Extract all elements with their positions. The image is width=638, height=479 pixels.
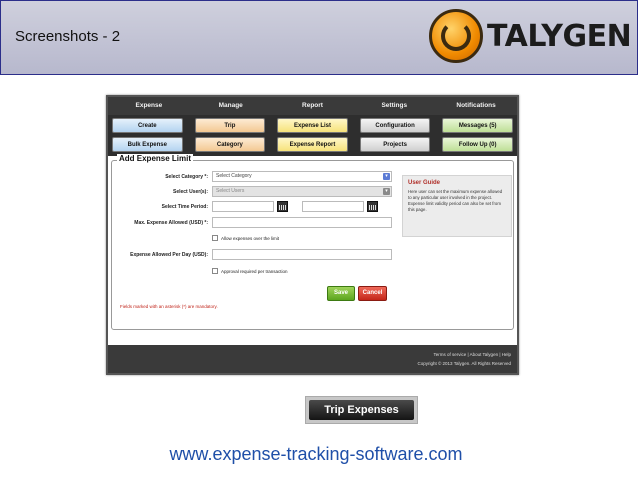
menu-report[interactable]: Report — [272, 97, 354, 115]
save-button[interactable]: Save — [327, 286, 355, 301]
users-row: Select User(s): Select Users ▾ — [116, 186, 392, 197]
expense-report-button[interactable]: Expense Report — [277, 137, 348, 152]
menu-notifications[interactable]: Notifications — [435, 97, 517, 115]
power-logo-icon — [429, 9, 483, 63]
logo-text: TALYGEN — [487, 18, 632, 54]
end-date-input[interactable] — [302, 201, 364, 212]
category-select-value: Select Category — [216, 173, 252, 179]
allow-over-limit-row: Allow expenses over the limit — [212, 235, 279, 241]
app-footer: Terms of service | About Talygen | Help … — [108, 345, 517, 373]
menu-expense[interactable]: Expense — [108, 97, 190, 115]
user-guide-title: User Guide — [408, 180, 441, 186]
max-expense-row: Max. Expense Allowed (USD) *: — [116, 217, 392, 228]
per-day-row: Expense Allowed Per Day (USD): — [116, 249, 392, 260]
follow-up-button[interactable]: Follow Up (0) — [442, 137, 513, 152]
calendar-icon[interactable] — [367, 201, 378, 212]
bulk-expense-button[interactable]: Bulk Expense — [112, 137, 183, 152]
approval-row: Approval required per transaction — [212, 268, 288, 274]
badge-label: Trip Expenses — [309, 400, 414, 420]
max-expense-input[interactable] — [212, 217, 392, 228]
users-select[interactable]: Select Users ▾ — [212, 186, 392, 197]
max-expense-label: Max. Expense Allowed (USD) *: — [134, 219, 208, 226]
per-day-label: Expense Allowed Per Day (USD): — [130, 251, 208, 258]
per-day-input[interactable] — [212, 249, 392, 260]
toolbar-buttons: Create Trip Expense List Configuration M… — [108, 115, 517, 156]
form-area: Add Expense Limit Select Category *: Sel… — [108, 154, 517, 334]
allow-over-limit-label: Allow expenses over the limit — [221, 235, 280, 241]
calendar-icon[interactable] — [277, 201, 288, 212]
cancel-button[interactable]: Cancel — [358, 286, 387, 301]
footer-links[interactable]: Terms of service | About Talygen | Help — [433, 352, 511, 357]
category-row: Select Category *: Select Category ▾ — [116, 171, 392, 182]
main-menu: Expense Manage Report Settings Notificat… — [108, 97, 517, 115]
mandatory-note: Fields marked with an asterisk (*) are m… — [120, 304, 218, 309]
header-bar: Screenshots - 2 TALYGEN — [0, 0, 638, 75]
allow-over-limit-checkbox[interactable] — [212, 235, 218, 241]
expense-list-button[interactable]: Expense List — [277, 118, 348, 133]
trip-expenses-badge: Trip Expenses — [305, 396, 418, 424]
time-period-label: Select Time Period: — [161, 203, 208, 210]
form-title: Add Expense Limit — [117, 154, 194, 163]
website-url[interactable]: www.expense-tracking-software.com — [0, 444, 632, 465]
users-select-value: Select Users — [216, 188, 245, 194]
user-guide-box: User Guide Here user can set the maximum… — [402, 175, 512, 237]
menu-manage[interactable]: Manage — [190, 97, 272, 115]
footer-copyright: Copyright © 2013 Talygen. All Rights Res… — [417, 361, 511, 366]
configuration-button[interactable]: Configuration — [359, 118, 431, 133]
category-label: Select Category *: — [165, 173, 208, 180]
slide: Screenshots - 2 TALYGEN Expense Manage R… — [0, 0, 638, 479]
chevron-down-icon: ▾ — [383, 173, 390, 180]
menu-settings[interactable]: Settings — [353, 97, 435, 115]
create-button[interactable]: Create — [112, 118, 183, 133]
time-period-row: Select Time Period: — [116, 201, 378, 212]
projects-button[interactable]: Projects — [359, 137, 431, 152]
add-expense-limit-panel: Add Expense Limit Select Category *: Sel… — [111, 154, 514, 330]
messages-button[interactable]: Messages (5) — [442, 118, 513, 133]
approval-checkbox[interactable] — [212, 268, 218, 274]
talygen-logo: TALYGEN — [429, 8, 632, 64]
category-button[interactable]: Category — [194, 137, 266, 152]
chevron-down-icon: ▾ — [383, 188, 390, 195]
approval-label: Approval required per transaction — [221, 268, 288, 274]
trip-button[interactable]: Trip — [194, 118, 266, 133]
app-screenshot: Expense Manage Report Settings Notificat… — [106, 95, 519, 375]
user-guide-text: Here user can set the maximum expense al… — [408, 189, 503, 212]
users-label: Select User(s): — [172, 188, 208, 195]
slide-title: Screenshots - 2 — [15, 28, 121, 45]
category-select[interactable]: Select Category ▾ — [212, 171, 392, 182]
start-date-input[interactable] — [212, 201, 274, 212]
